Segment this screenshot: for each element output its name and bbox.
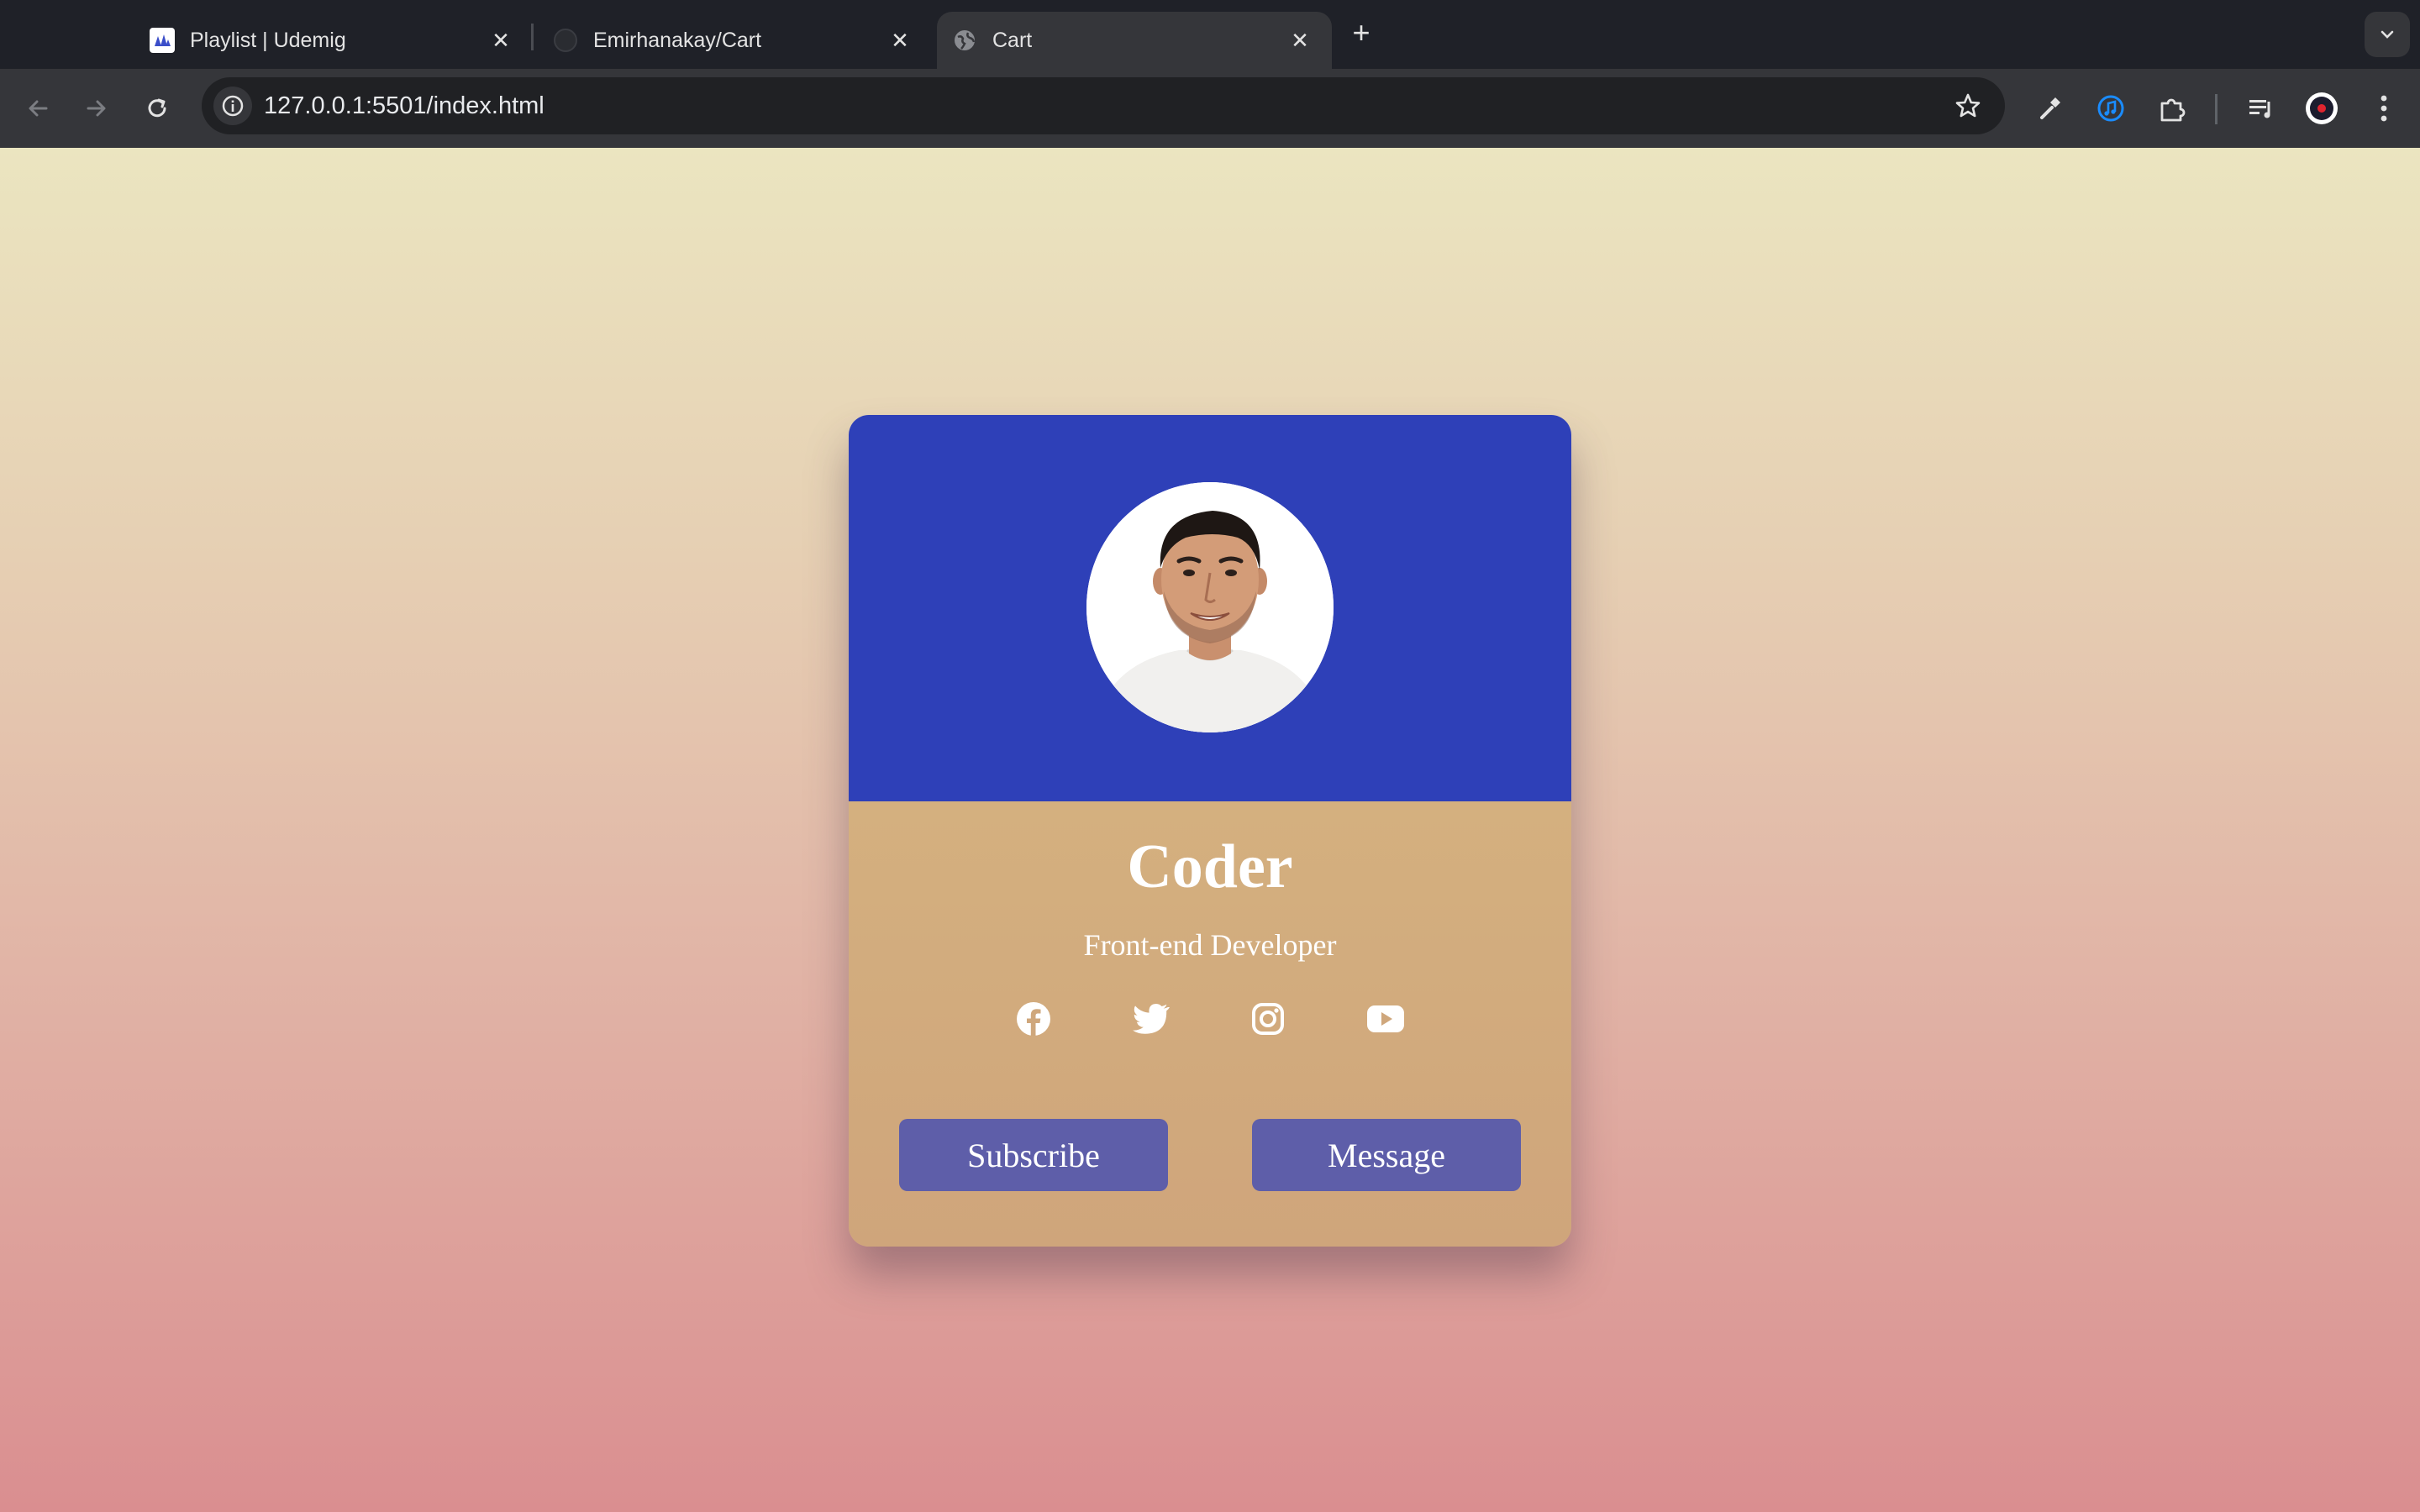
instagram-icon[interactable] [1249,1000,1287,1038]
back-arrow-icon [29,100,48,117]
forward-button[interactable] [77,89,116,128]
social-links [849,995,1571,1045]
tab-title: Playlist | Udemig [190,28,346,52]
bookmark-star-icon[interactable] [1949,87,1986,124]
new-tab-button[interactable]: + [1344,17,1378,50]
puzzle-extension-icon[interactable] [2153,89,2191,128]
tab-separator [531,24,534,50]
tab-title: Cart [992,28,1033,52]
facebook-icon[interactable] [1014,1000,1053,1038]
profile-photo [1086,482,1334,732]
twitter-icon[interactable] [1132,1000,1171,1038]
profile-card: Coder Front-end Developer Subscribe Mess… [849,415,1571,1247]
udemig-favicon-icon [150,28,175,53]
back-button[interactable] [18,89,57,128]
page-viewport: Coder Front-end Developer Subscribe Mess… [0,148,2420,1512]
close-tab-icon[interactable]: ✕ [886,27,913,54]
tab-search-button[interactable] [2365,12,2410,57]
subscribe-button[interactable]: Subscribe [899,1119,1168,1191]
site-info-icon[interactable] [213,87,252,125]
media-control-icon[interactable] [2242,89,2281,128]
github-favicon-icon [553,28,578,53]
close-tab-icon[interactable]: ✕ [1286,27,1313,54]
message-button[interactable]: Message [1252,1119,1521,1191]
avatar [1086,482,1334,732]
music-extension-icon[interactable] [2091,89,2130,128]
browser-toolbar: 127.0.0.1:5501/index.html [0,69,2420,148]
reload-button[interactable] [138,89,176,128]
eyedropper-icon[interactable] [2030,89,2069,128]
profile-avatar-icon[interactable] [2302,89,2341,128]
more-menu-icon[interactable] [2365,89,2403,128]
toolbar-divider [2215,94,2217,124]
address-bar[interactable]: 127.0.0.1:5501/index.html [202,77,2005,134]
tab-playlist-udemig[interactable]: Playlist | Udemig ✕ [134,12,529,69]
tab-title: Emirhanakay/Cart [593,28,762,52]
tab-strip: Playlist | Udemig ✕ Emirhanakay/Cart ✕ C… [0,0,2420,69]
profile-name: Coder [1127,832,1293,901]
reload-icon [148,98,166,118]
youtube-icon[interactable] [1366,1000,1405,1038]
tab-emirhanakay-cart[interactable]: Emirhanakay/Cart ✕ [538,12,933,69]
forward-arrow-icon [87,100,106,117]
card-body: Coder Front-end Developer Subscribe Mess… [849,801,1571,1247]
profile-role: Front-end Developer [1083,928,1337,962]
globe-icon [952,28,977,53]
close-tab-icon[interactable]: ✕ [487,27,514,54]
tab-cart[interactable]: Cart ✕ [937,12,1332,69]
card-header [849,415,1571,801]
url-text[interactable]: 127.0.0.1:5501/index.html [264,77,544,134]
chevron-down-icon [2381,30,2394,39]
